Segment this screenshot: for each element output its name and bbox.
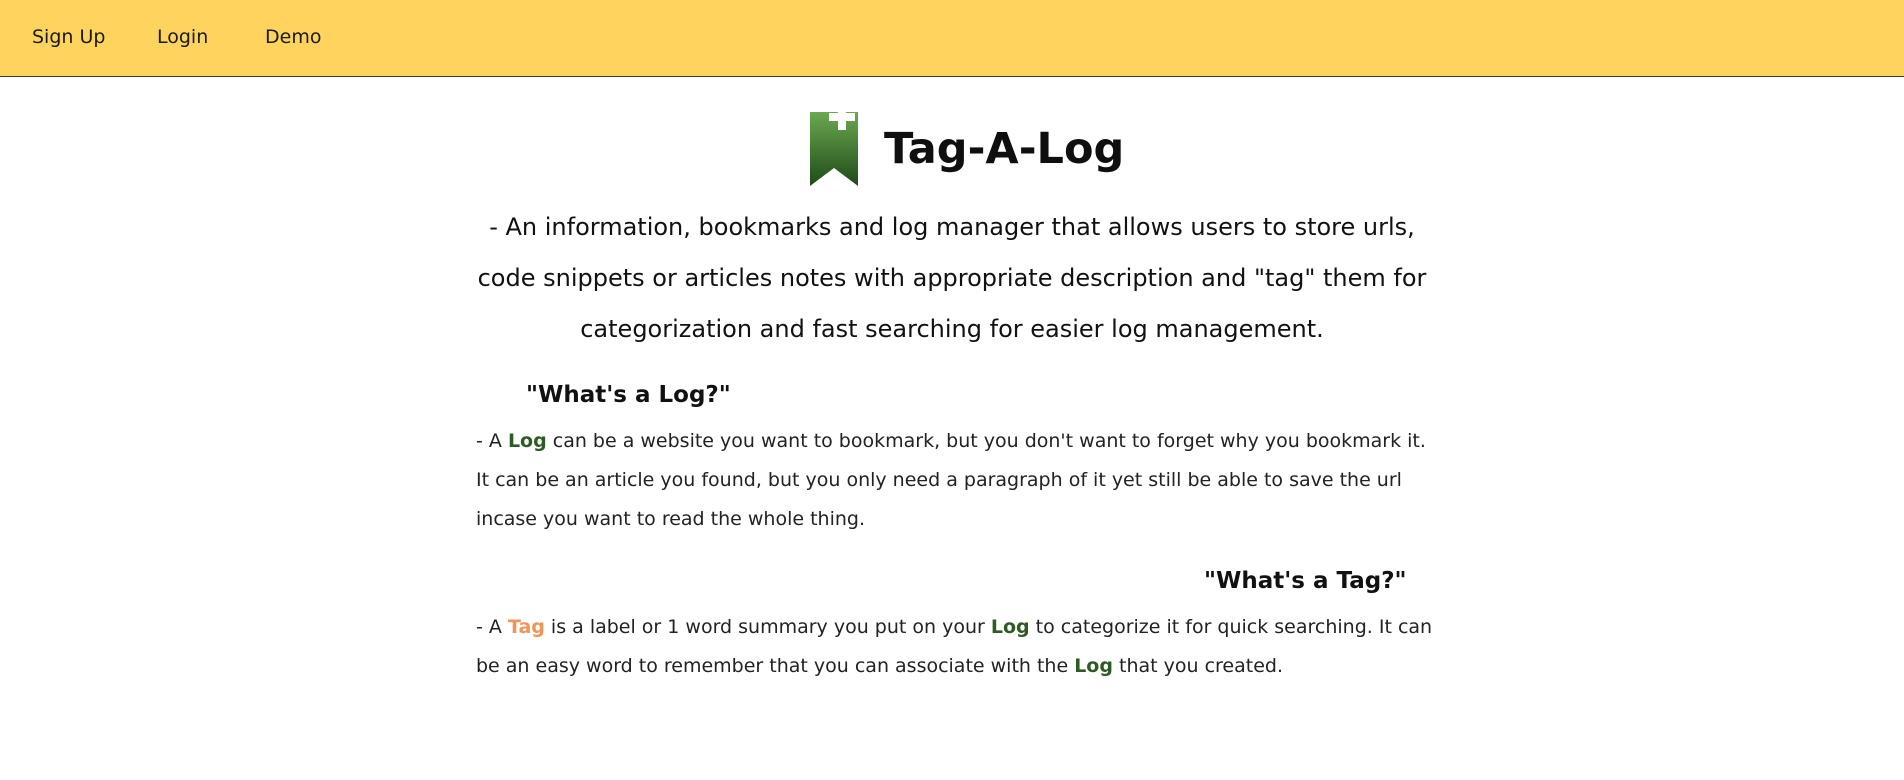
tag-text-mid: is a label or 1 word summary you put on …: [544, 616, 991, 638]
signup-link[interactable]: Sign Up: [32, 26, 105, 48]
log-text-rest: can be a website you want to bookmark, b…: [476, 430, 1426, 530]
tag-heading: "What's a Tag?": [1204, 568, 1407, 594]
tag-text-start: - A: [476, 616, 508, 638]
log-keyword: Log: [507, 430, 547, 452]
log-heading: "What's a Log?": [526, 382, 731, 408]
tag-keyword: Tag: [507, 616, 545, 638]
demo-link[interactable]: Demo: [265, 26, 321, 48]
bookmark-plus-icon: [810, 104, 858, 186]
brand-name: Tag-A-Log: [884, 124, 1125, 174]
log-description: - A Log can be a website you want to boo…: [476, 422, 1436, 539]
intro-description: - An information, bookmarks and log mana…: [477, 213, 1427, 343]
tag-description: - A Tag is a label or 1 word summary you…: [476, 608, 1436, 686]
brand-logo: Tag-A-Log: [808, 104, 1128, 194]
log-keyword: Log: [1074, 655, 1113, 677]
log-keyword: Log: [990, 616, 1030, 638]
tag-text-end: that you created.: [1112, 655, 1283, 677]
top-nav-bar: Sign Up Login Demo: [0, 0, 1904, 77]
login-link[interactable]: Login: [157, 26, 208, 48]
log-text-start: - A: [476, 430, 508, 452]
